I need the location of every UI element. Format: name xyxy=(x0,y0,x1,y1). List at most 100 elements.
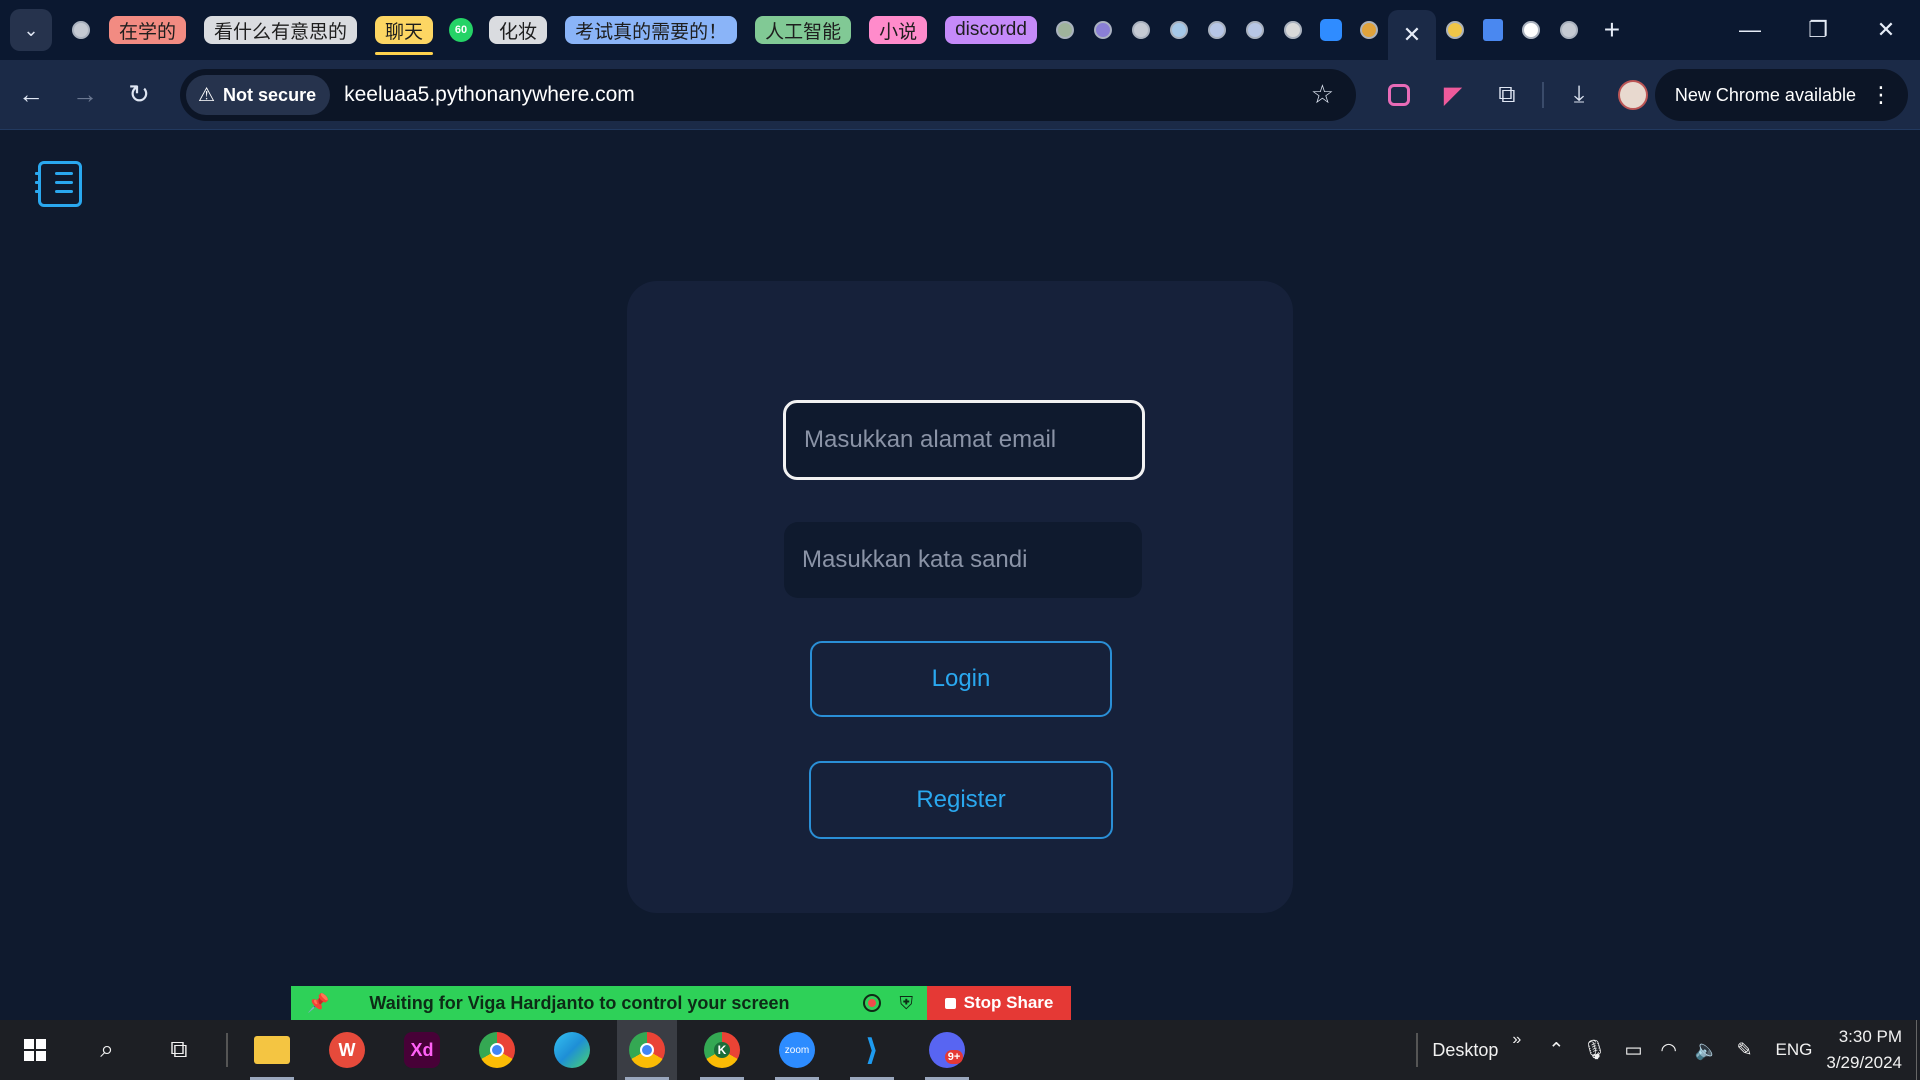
taskbar-app-file-explorer[interactable] xyxy=(242,1020,302,1080)
restore-button[interactable]: ❐ xyxy=(1784,0,1852,60)
edge-icon xyxy=(554,1032,590,1068)
tab-search-button[interactable]: ⌄ xyxy=(10,9,52,51)
extension-icons: ◤ ⧉ ⤓ xyxy=(1372,70,1660,120)
back-button[interactable]: ← xyxy=(8,72,54,118)
share-status[interactable]: 📌 Waiting for Viga Hardjanto to control … xyxy=(291,986,927,1020)
double-chevron-icon[interactable]: » xyxy=(1512,1031,1521,1049)
toolbar-divider xyxy=(1542,82,1544,108)
email-field[interactable] xyxy=(783,400,1145,480)
volume-icon[interactable]: 🔈 xyxy=(1695,1038,1719,1062)
taskbar-app-adobe-xd[interactable]: Xd xyxy=(392,1020,452,1080)
downloads-button[interactable]: ⤓ xyxy=(1555,71,1603,119)
battery-icon[interactable]: ▭ xyxy=(1624,1039,1642,1062)
tab-10[interactable] xyxy=(1441,16,1469,44)
tab-group-1[interactable]: 看什么有意思的 xyxy=(204,16,358,44)
minimize-button[interactable]: — xyxy=(1716,0,1784,60)
extension-1[interactable] xyxy=(1375,71,1423,119)
browser-toolbar: ← → ↻ ⚠ Not secure keeluaa5.pythonanywhe… xyxy=(0,60,1920,130)
avatar xyxy=(1618,80,1648,110)
active-tab[interactable]: ✕ xyxy=(1387,10,1436,60)
password-field[interactable] xyxy=(784,522,1142,598)
close-icon[interactable]: ✕ xyxy=(1403,22,1421,48)
taskbar-app-chrome-k[interactable]: K xyxy=(692,1020,752,1080)
taskbar-app-edge[interactable] xyxy=(542,1020,602,1080)
wifi-icon[interactable]: ◠ xyxy=(1660,1039,1677,1062)
url-text[interactable]: keeluaa5.pythonanywhere.com xyxy=(344,83,635,107)
stop-share-button[interactable]: Stop Share xyxy=(927,986,1071,1020)
taskbar-app-chrome-profile[interactable] xyxy=(617,1020,677,1080)
minimize-icon: — xyxy=(1739,17,1761,42)
tab-6[interactable] xyxy=(1241,16,1269,44)
register-button[interactable]: Register xyxy=(809,761,1113,839)
reload-icon: ↻ xyxy=(128,79,150,109)
forward-button[interactable]: → xyxy=(62,72,108,118)
taskbar-app-zoom[interactable]: zoom xyxy=(767,1020,827,1080)
tab-group-4[interactable]: 考试真的需要的！ xyxy=(565,16,738,44)
arrow-right-icon: → xyxy=(72,79,98,109)
tab-3[interactable] xyxy=(1127,16,1155,44)
tab-9[interactable] xyxy=(1355,16,1383,44)
reload-button[interactable]: ↻ xyxy=(116,72,162,118)
language-indicator[interactable]: ENG xyxy=(1776,1040,1813,1060)
new-tab-button[interactable]: + xyxy=(1594,12,1630,48)
pin-icon[interactable]: 📌 xyxy=(307,993,329,1014)
whatsapp-badge-icon: 60 xyxy=(449,18,474,42)
tab-2[interactable] xyxy=(1089,16,1117,44)
taskbar-app-wps[interactable]: W xyxy=(317,1020,377,1080)
tab-group-2[interactable]: 聊天 xyxy=(375,16,434,55)
clock[interactable]: 3:30 PM 3/29/2024 xyxy=(1826,1024,1902,1076)
tab-11[interactable] xyxy=(1479,16,1507,44)
security-indicator[interactable]: ⚠ Not secure xyxy=(186,75,331,115)
tab-4[interactable] xyxy=(1165,16,1193,44)
profile-button[interactable] xyxy=(1609,71,1657,119)
close-window-button[interactable]: ✕ xyxy=(1852,0,1920,60)
tab-group-6[interactable]: 小说 xyxy=(869,16,928,44)
window-controls: — ❐ ✕ xyxy=(1716,0,1920,60)
bookmark-star-icon[interactable]: ☆ xyxy=(1311,79,1334,110)
tab-whatsapp[interactable]: 60 xyxy=(447,16,475,44)
tab-13[interactable] xyxy=(1555,16,1583,44)
tab-5[interactable] xyxy=(1203,16,1231,44)
chrome-favicon-icon xyxy=(70,19,92,41)
camera-extension-icon xyxy=(1388,84,1410,106)
tab-8[interactable] xyxy=(1317,16,1345,44)
menu-list-icon[interactable] xyxy=(35,161,82,207)
pinned-tab-chrome[interactable] xyxy=(67,16,95,44)
task-view-button[interactable]: ⧉ xyxy=(150,1020,208,1080)
search-button[interactable]: ⌕ xyxy=(78,1020,136,1080)
clock-time: 3:30 PM xyxy=(1838,1027,1902,1046)
tab-7[interactable] xyxy=(1279,16,1307,44)
more-menu-icon[interactable]: ⋮ xyxy=(1870,82,1892,108)
desktop-toolbar-label[interactable]: Desktop xyxy=(1432,1040,1498,1061)
login-button[interactable]: Login xyxy=(810,641,1112,717)
tab-12[interactable] xyxy=(1517,16,1545,44)
start-button[interactable] xyxy=(6,1020,64,1080)
taskbar-app-discord[interactable]: 9+ xyxy=(917,1020,977,1080)
chevron-up-icon[interactable]: ⌃ xyxy=(1548,1039,1564,1062)
tab-group-5[interactable]: 人工智能 xyxy=(755,16,852,44)
windows-icon xyxy=(24,1039,46,1061)
globe-icon xyxy=(1053,19,1076,41)
tab-group-3[interactable]: 化妆 xyxy=(489,16,548,44)
pen-icon[interactable]: ✎ xyxy=(1737,1039,1753,1062)
chrome-center-icon xyxy=(640,1043,654,1057)
update-chrome-button[interactable]: New Chrome available ⋮ xyxy=(1654,69,1908,121)
microphone-icon[interactable]: 🎙 xyxy=(1582,1038,1606,1062)
screen-share-bar: 📌 Waiting for Viga Hardjanto to control … xyxy=(291,986,1071,1020)
address-bar[interactable]: ⚠ Not secure keeluaa5.pythonanywhere.com… xyxy=(180,69,1356,121)
extension-2[interactable]: ◤ xyxy=(1429,71,1477,119)
document-icon xyxy=(1205,19,1228,41)
tab-1[interactable] xyxy=(1051,16,1079,44)
menu-dot xyxy=(35,190,40,193)
page-content: Login Register xyxy=(0,131,1920,1019)
record-icon xyxy=(863,994,881,1012)
tab-group-7[interactable]: discordd xyxy=(945,16,1037,44)
taskbar-app-chrome[interactable] xyxy=(467,1020,527,1080)
taskbar-app-vscode[interactable]: ⟩ xyxy=(842,1020,902,1080)
show-desktop-button[interactable] xyxy=(1916,1020,1920,1080)
restore-icon: ❐ xyxy=(1808,17,1828,42)
app-label: Xd xyxy=(410,1039,434,1060)
tab-group-label: 小说 xyxy=(879,21,918,43)
extensions-button[interactable]: ⧉ xyxy=(1483,71,1531,119)
tab-group-0[interactable]: 在学的 xyxy=(109,16,187,44)
